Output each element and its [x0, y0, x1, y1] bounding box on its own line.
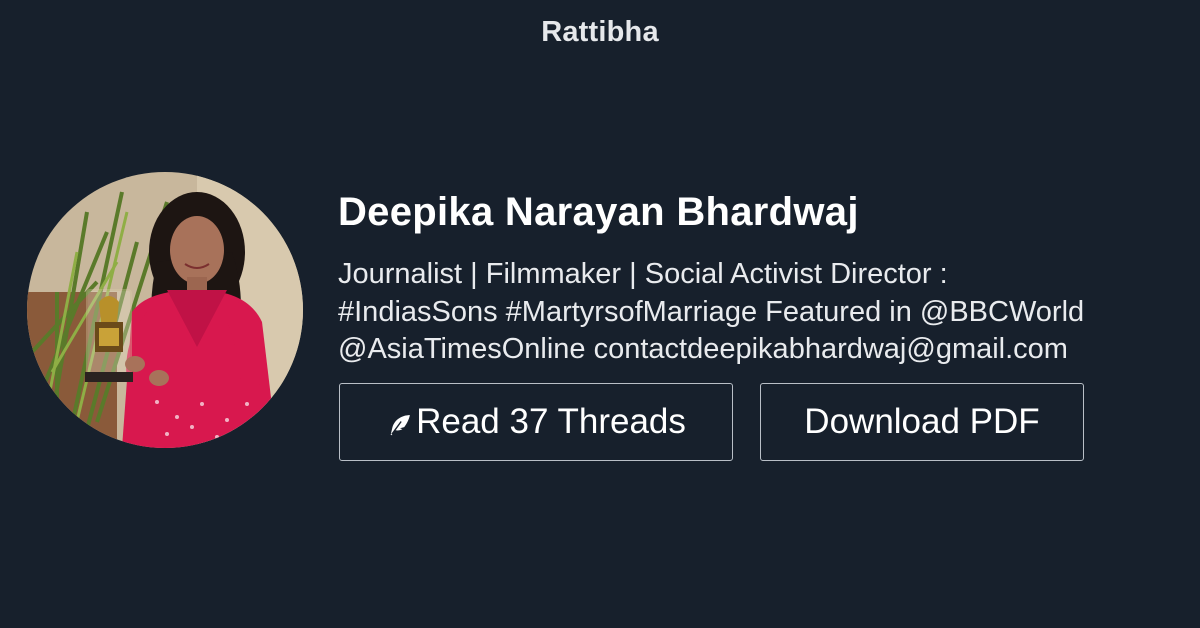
read-threads-button[interactable]: Read 37 Threads [339, 383, 733, 461]
profile-photo [27, 172, 303, 448]
read-threads-label: Read 37 Threads [416, 402, 686, 441]
download-pdf-label: Download PDF [804, 402, 1040, 441]
avatar [27, 172, 303, 448]
bio-line: #IndiasSons #MartyrsofMarriage Featured … [338, 295, 1085, 328]
profile-bio: Journalist | Filmmaker | Social Activist… [338, 256, 1178, 369]
profile-name: Deepika Narayan Bhardwaj [338, 190, 859, 234]
bio-line: Journalist | Filmmaker | Social Activist… [338, 258, 948, 290]
feather-icon [390, 415, 410, 436]
site-title: Rattibha [541, 16, 659, 48]
download-pdf-button[interactable]: Download PDF [760, 383, 1084, 461]
bio-line: @AsiaTimesOnline contactdeepikabhardwaj@… [338, 333, 1068, 365]
